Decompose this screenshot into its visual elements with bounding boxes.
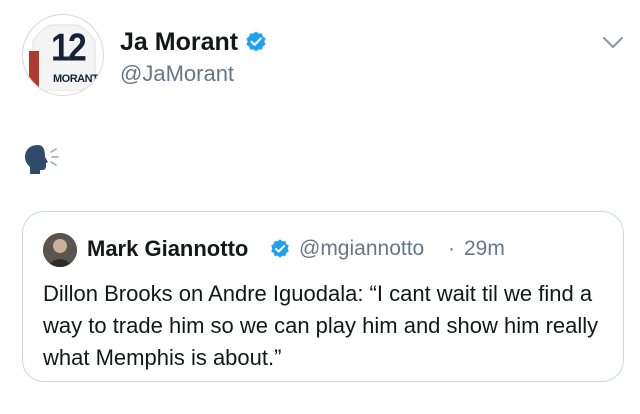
quoted-author-avatar[interactable] [43, 233, 77, 267]
speaking-head-icon [25, 145, 59, 174]
author-avatar[interactable]: 12 MORANT [22, 14, 104, 96]
jersey-number: 12 [51, 26, 87, 70]
quoted-timestamp[interactable]: 29m [464, 237, 505, 261]
author-display-name[interactable]: Ja Morant [120, 28, 238, 57]
separator-dot: · [448, 237, 455, 260]
quoted-handle[interactable]: @mgiannotto [299, 237, 424, 261]
verified-badge-icon [271, 239, 289, 258]
chevron-down-icon[interactable] [602, 36, 624, 50]
jersey-name: MORANT [53, 73, 99, 85]
verified-badge-icon [246, 31, 266, 52]
quoted-tweet-text: Dillon Brooks on Andre Iguodala: “I cant… [43, 281, 599, 370]
quoted-tweet[interactable]: Mark Giannotto @mgiannotto · 29m Dillon … [22, 211, 624, 382]
author-handle[interactable]: @JaMorant [120, 61, 234, 87]
quoted-display-name[interactable]: Mark Giannotto [87, 236, 248, 262]
person-avatar-icon [43, 233, 77, 267]
